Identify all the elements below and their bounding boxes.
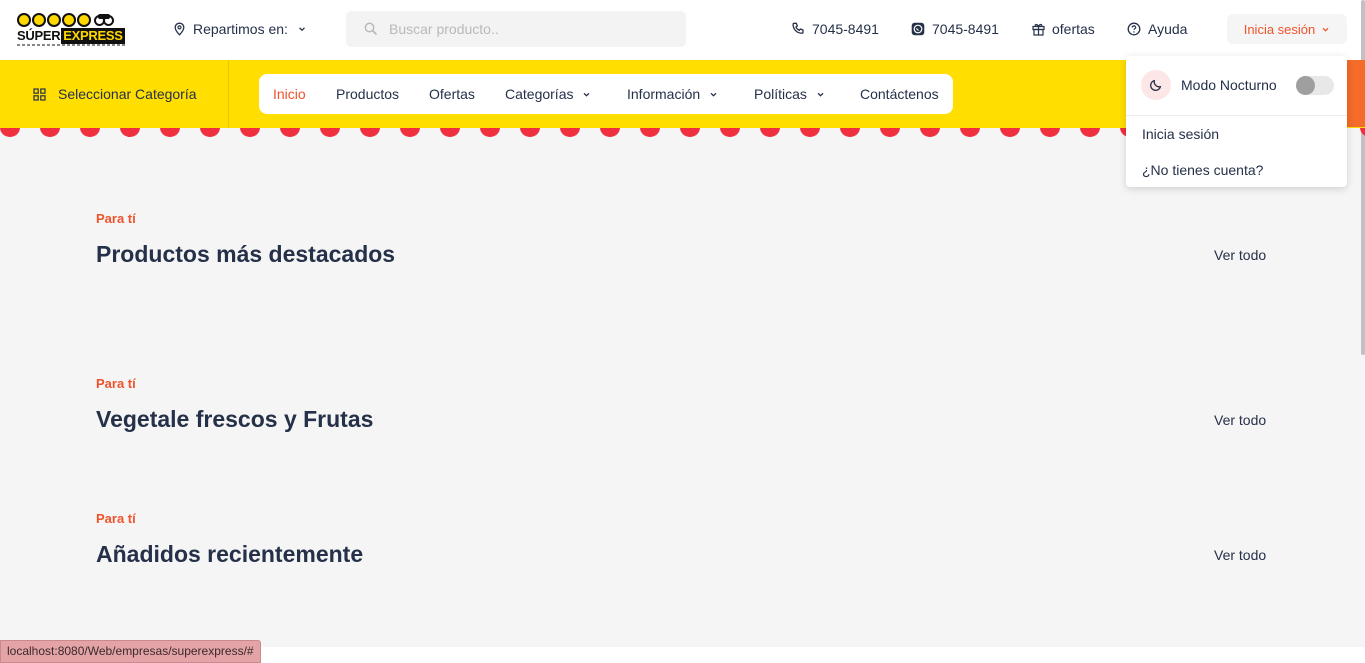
night-mode-label: Modo Nocturno bbox=[1181, 77, 1277, 93]
scallop bbox=[1360, 128, 1365, 137]
category-selector[interactable]: Seleccionar Categoría bbox=[0, 60, 229, 128]
scallop bbox=[680, 128, 700, 137]
offers-link[interactable]: ofertas bbox=[1032, 18, 1095, 40]
location-pin-icon bbox=[174, 22, 185, 36]
scallop bbox=[880, 128, 900, 137]
scallop bbox=[1040, 128, 1060, 137]
scallop bbox=[640, 128, 660, 137]
section-title: Productos más destacados bbox=[96, 241, 396, 267]
night-mode-row: Modo Nocturno bbox=[1141, 69, 1334, 101]
login-dropdown-button[interactable]: Inicia sesión bbox=[1227, 14, 1347, 44]
scallop bbox=[800, 128, 820, 137]
see-all-link[interactable]: Ver todo bbox=[1214, 412, 1266, 428]
nav-item-politicas[interactable]: Políticas bbox=[754, 74, 825, 114]
logo-wordmark: SÚPER EXPRESS bbox=[17, 28, 125, 44]
nav-item-label: Categorías bbox=[505, 86, 574, 102]
scallop bbox=[200, 128, 220, 137]
scallop bbox=[480, 128, 500, 137]
section-title: Añadidos recientemente bbox=[96, 541, 364, 567]
nav-item-productos[interactable]: Productos bbox=[336, 74, 399, 114]
whatsapp-number: 7045-8491 bbox=[932, 21, 999, 37]
logo-emblem bbox=[17, 13, 114, 27]
nav-item-inicio[interactable]: Inicio bbox=[273, 74, 306, 114]
main-menu: Inicio Productos Ofertas Categorías Info… bbox=[259, 74, 953, 114]
section-eyebrow: Para tí bbox=[96, 511, 136, 526]
scallop bbox=[520, 128, 540, 137]
nav-item-label: Información bbox=[627, 86, 701, 102]
delivery-location-selector[interactable]: Repartimos en: bbox=[173, 18, 307, 40]
scallop bbox=[320, 128, 340, 137]
nav-item-informacion[interactable]: Información bbox=[627, 74, 718, 114]
phone-number: 7045-8491 bbox=[812, 21, 879, 37]
search-box[interactable] bbox=[346, 11, 686, 47]
nav-item-label: Inicio bbox=[273, 86, 306, 102]
search-icon bbox=[364, 22, 378, 36]
offers-label: ofertas bbox=[1052, 21, 1095, 37]
scallop bbox=[440, 128, 460, 137]
scallop bbox=[600, 128, 620, 137]
scallop bbox=[280, 128, 300, 137]
login-label: Inicia sesión bbox=[1243, 21, 1316, 37]
see-all-link[interactable]: Ver todo bbox=[1214, 247, 1266, 263]
help-circle-icon bbox=[1127, 22, 1141, 36]
scallop bbox=[80, 128, 100, 137]
chevron-down-icon bbox=[584, 92, 590, 97]
whatsapp-icon bbox=[911, 22, 925, 36]
nav-item-label: Productos bbox=[336, 86, 400, 102]
scallop bbox=[160, 128, 180, 137]
scallop bbox=[0, 128, 20, 137]
login-link[interactable]: Inicia sesión bbox=[1142, 126, 1219, 142]
nav-item-contactenos[interactable]: Contáctenos bbox=[860, 74, 939, 114]
category-selector-label: Seleccionar Categoría bbox=[58, 86, 197, 102]
phone-icon bbox=[792, 22, 804, 34]
page-scrollbar[interactable] bbox=[1361, 0, 1365, 355]
scallop bbox=[1080, 128, 1100, 137]
section-title: Vegetale frescos y Frutas bbox=[96, 406, 374, 432]
scallop bbox=[840, 128, 860, 137]
nav-item-label: Ofertas bbox=[429, 86, 475, 102]
whatsapp-link[interactable]: 7045-8491 bbox=[911, 18, 999, 40]
moon-icon bbox=[1141, 70, 1171, 100]
scallop bbox=[1000, 128, 1020, 137]
delivery-label: Repartimos en: bbox=[193, 21, 288, 37]
scallop bbox=[40, 128, 60, 137]
section-eyebrow: Para tí bbox=[96, 211, 136, 226]
see-all-link[interactable]: Ver todo bbox=[1214, 547, 1266, 563]
scallop bbox=[360, 128, 380, 137]
search-input[interactable] bbox=[389, 21, 669, 37]
chevron-down-icon bbox=[817, 92, 824, 97]
nav-item-label: Contáctenos bbox=[860, 86, 939, 102]
phone-link[interactable]: 7045-8491 bbox=[791, 18, 879, 40]
scallop bbox=[560, 128, 580, 137]
night-mode-toggle[interactable] bbox=[1296, 76, 1334, 95]
section-eyebrow: Para tí bbox=[96, 376, 136, 391]
superexpress-logo[interactable]: SÚPER EXPRESS bbox=[17, 13, 128, 46]
top-header: SÚPEREXPRESS Repartimos en: 7045-8491 bbox=[0, 0, 1365, 355]
scallop bbox=[760, 128, 780, 137]
chevron-down-icon bbox=[1322, 27, 1329, 32]
cart-tab[interactable] bbox=[1347, 60, 1365, 127]
scallop bbox=[720, 128, 740, 137]
account-dropdown-menu: Modo Nocturno Inicia sesión ¿No tienes c… bbox=[1126, 56, 1347, 187]
scooter-icon bbox=[94, 13, 114, 26]
menu-divider bbox=[1126, 115, 1347, 116]
status-bar-url: localhost:8080/Web/empresas/superexpress… bbox=[0, 640, 261, 663]
register-link[interactable]: ¿No tienes cuenta? bbox=[1142, 162, 1263, 178]
scallop bbox=[960, 128, 980, 137]
scallop bbox=[240, 128, 260, 137]
nav-item-ofertas[interactable]: Ofertas bbox=[429, 74, 475, 114]
scallop bbox=[400, 128, 420, 137]
chevron-down-icon bbox=[710, 92, 717, 97]
help-label: Ayuda bbox=[1148, 21, 1188, 37]
chevron-down-icon bbox=[298, 27, 305, 32]
scallop bbox=[920, 128, 940, 137]
toggle-knob bbox=[1296, 76, 1315, 95]
gift-icon bbox=[1032, 23, 1045, 36]
nav-item-categorias[interactable]: Categorías bbox=[505, 74, 591, 114]
scallop bbox=[120, 128, 140, 137]
nav-item-label: Políticas bbox=[754, 86, 807, 102]
grid-icon bbox=[33, 87, 46, 101]
help-link[interactable]: Ayuda bbox=[1127, 18, 1187, 40]
